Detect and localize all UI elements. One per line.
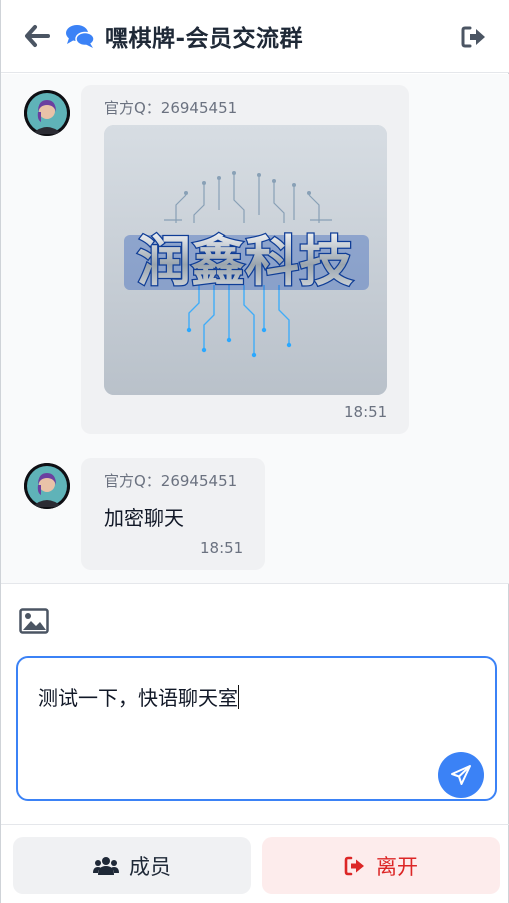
footer-divider (1, 824, 509, 825)
image-caption: 润鑫科技 (137, 230, 353, 293)
message-time: 18:51 (200, 539, 244, 557)
send-button[interactable] (438, 752, 484, 798)
avatar[interactable] (24, 90, 70, 136)
message-list[interactable]: 官方Q：26945451 润鑫科技 18:51 官方Q：26945451 加密聊… (1, 74, 509, 584)
message-image[interactable]: 润鑫科技 (104, 125, 387, 395)
page-title: 嘿棋牌-会员交流群 (105, 26, 304, 52)
leave-label: 离开 (376, 854, 418, 879)
sender-name: 官方Q：26945451 (104, 472, 238, 490)
comments-icon (65, 22, 95, 50)
sign-out-icon (344, 856, 366, 876)
members-button[interactable]: 成员 (13, 837, 251, 894)
message-input[interactable]: 测试一下，快语聊天室 (16, 656, 497, 801)
chat-header: 嘿棋牌-会员交流群 (1, 0, 509, 73)
avatar[interactable] (24, 463, 70, 509)
arrow-left-icon (25, 25, 50, 47)
message-input-text: 测试一下，快语聊天室 (38, 685, 239, 710)
message-time: 18:51 (344, 403, 388, 421)
back-button[interactable] (23, 22, 51, 50)
attach-image-button[interactable] (19, 608, 49, 636)
sign-out-icon (461, 26, 485, 48)
image-icon (19, 608, 49, 634)
members-label: 成员 (129, 854, 171, 879)
message-bubble: 官方Q：26945451 加密聊天 18:51 (81, 458, 265, 570)
message-text: 加密聊天 (104, 506, 184, 530)
message-bubble: 官方Q：26945451 润鑫科技 18:51 (81, 85, 409, 434)
users-icon (93, 856, 119, 876)
exit-button[interactable] (459, 23, 489, 51)
app-frame: 嘿棋牌-会员交流群 官方Q：26945451 润鑫科技 18:51 官方Q：26… (0, 0, 509, 903)
paper-plane-icon (451, 765, 471, 785)
leave-button[interactable]: 离开 (262, 837, 500, 894)
sender-name: 官方Q：26945451 (104, 99, 238, 117)
